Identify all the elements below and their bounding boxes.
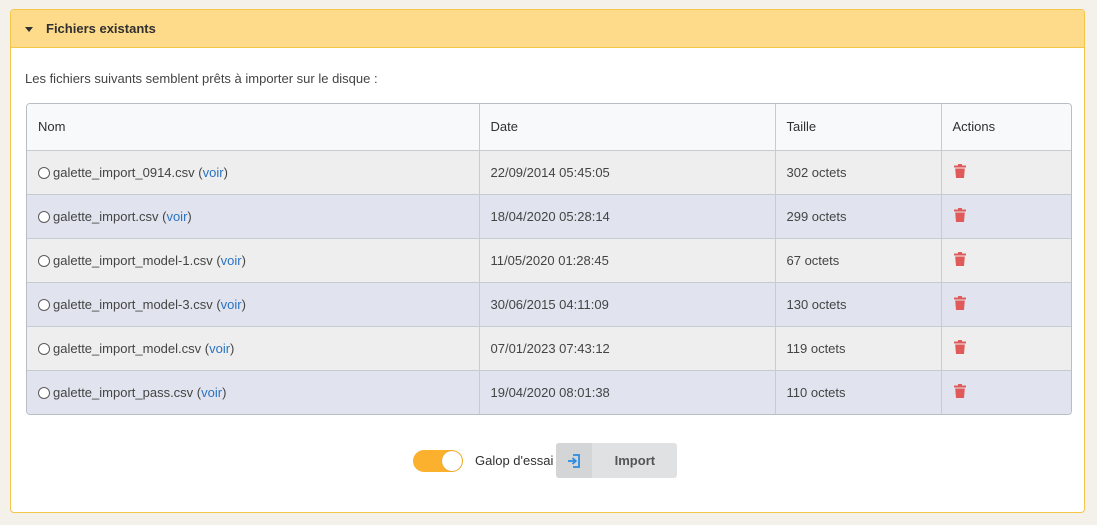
file-date: 19/04/2020 08:01:38 (479, 370, 776, 414)
file-name: galette_import_model-3.csv (53, 296, 213, 312)
file-size: 110 octets (775, 370, 942, 414)
file-name-cell: galette_import_model.csv (voir) (27, 326, 480, 371)
trash-icon[interactable] (953, 295, 967, 313)
radio-icon[interactable] (38, 210, 50, 223)
view-link[interactable]: voir (221, 253, 242, 268)
table-row: galette_import_model-3.csv (voir) 30/06/… (27, 282, 1071, 327)
radio-icon[interactable] (38, 342, 50, 355)
table-body: galette_import_0914.csv (voir) 22/09/201… (27, 150, 1071, 414)
file-date: 07/01/2023 07:43:12 (479, 326, 776, 371)
file-date: 11/05/2020 01:28:45 (479, 238, 776, 283)
caret-down-icon (25, 26, 33, 32)
column-header-actions: Actions (941, 104, 1071, 151)
file-name: galette_import_model.csv (53, 340, 202, 356)
files-table-container: Nom Date Taille Actions galette_import_0… (26, 103, 1072, 415)
actions-cell (941, 150, 1071, 195)
view-link[interactable]: voir (209, 341, 230, 356)
import-icon (556, 443, 593, 478)
trash-icon[interactable] (953, 163, 967, 181)
file-size: 119 octets (775, 326, 942, 371)
import-button[interactable]: Import (556, 443, 678, 478)
file-name-cell: galette_import_0914.csv (voir) (27, 150, 480, 195)
column-header-date[interactable]: Date (479, 104, 776, 151)
file-size: 130 octets (775, 282, 942, 327)
file-name-cell: galette_import_pass.csv (voir) (27, 370, 480, 414)
actions-cell (941, 326, 1071, 371)
table-row: galette_import_pass.csv (voir) 19/04/202… (27, 370, 1071, 414)
radio-icon[interactable] (38, 166, 50, 179)
panel-title: Fichiers existants (46, 21, 156, 36)
panel-header-toggle[interactable]: Fichiers existants (11, 10, 1084, 48)
trash-icon[interactable] (953, 251, 967, 269)
column-header-name[interactable]: Nom (27, 104, 480, 151)
file-name-cell: galette_import_model-1.csv (voir) (27, 238, 480, 283)
toggle-knob (442, 450, 462, 471)
view-link[interactable]: voir (221, 297, 242, 312)
table-row: galette_import_0914.csv (voir) 22/09/201… (27, 150, 1071, 195)
actions-cell (941, 194, 1071, 239)
file-date: 22/09/2014 05:45:05 (479, 150, 776, 195)
import-controls: Galop d'essai Import (413, 443, 678, 478)
file-name: galette_import_0914.csv (53, 164, 195, 180)
trash-icon[interactable] (953, 207, 967, 225)
existing-files-panel: Fichiers existants Les fichiers suivants… (10, 9, 1085, 513)
file-name: galette_import.csv (53, 208, 159, 224)
import-button-label: Import (614, 453, 656, 468)
file-name: galette_import_pass.csv (53, 384, 194, 400)
file-date: 18/04/2020 05:28:14 (479, 194, 776, 239)
radio-icon[interactable] (38, 254, 50, 267)
view-link[interactable]: voir (166, 209, 187, 224)
table-row: galette_import_model-1.csv (voir) 11/05/… (27, 238, 1071, 283)
file-name-cell: galette_import.csv (voir) (27, 194, 480, 239)
radio-icon[interactable] (38, 298, 50, 311)
file-date: 30/06/2015 04:11:09 (479, 282, 776, 327)
view-link[interactable]: voir (203, 165, 224, 180)
actions-cell (941, 370, 1071, 414)
file-name-cell: galette_import_model-3.csv (voir) (27, 282, 480, 327)
table-row: galette_import.csv (voir) 18/04/2020 05:… (27, 194, 1071, 239)
actions-cell (941, 238, 1071, 283)
dry-run-label: Galop d'essai (475, 453, 554, 468)
radio-icon[interactable] (38, 386, 50, 399)
file-name: galette_import_model-1.csv (53, 252, 213, 268)
trash-icon[interactable] (953, 339, 967, 357)
file-size: 67 octets (775, 238, 942, 283)
dry-run-toggle[interactable] (413, 449, 463, 472)
table-row: galette_import_model.csv (voir) 07/01/20… (27, 326, 1071, 371)
intro-text: Les fichiers suivants semblent prêts à i… (25, 71, 378, 86)
column-header-size[interactable]: Taille (775, 104, 942, 151)
file-size: 302 octets (775, 150, 942, 195)
trash-icon[interactable] (953, 383, 967, 401)
actions-cell (941, 282, 1071, 327)
file-size: 299 octets (775, 194, 942, 239)
table-header-row: Nom Date Taille Actions (27, 104, 1071, 151)
files-table: Nom Date Taille Actions galette_import_0… (27, 104, 1071, 414)
view-link[interactable]: voir (201, 385, 222, 400)
